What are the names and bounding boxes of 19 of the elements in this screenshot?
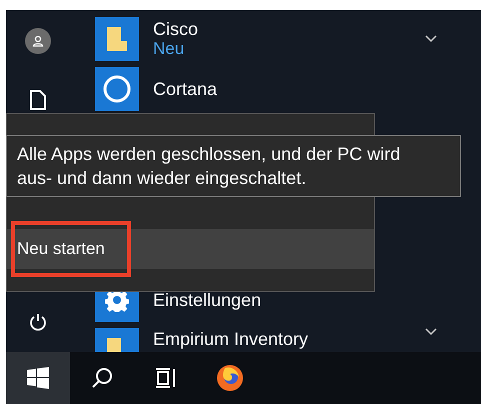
app-name[interactable]: Cortana [153, 79, 437, 99]
app-name[interactable]: Cisco [153, 19, 425, 39]
task-view-icon [155, 367, 177, 389]
search-icon [91, 367, 113, 389]
folder-tile-icon [95, 17, 139, 61]
circle-tile-icon [95, 67, 139, 111]
fox-globe-icon [216, 364, 244, 392]
document-icon[interactable] [30, 90, 46, 110]
app-name[interactable]: Einstellungen [153, 290, 437, 310]
chevron-down-icon[interactable] [425, 35, 437, 43]
avatar-icon[interactable] [25, 28, 51, 54]
new-label: Neu [153, 39, 186, 59]
tooltip: Alle Apps werden geschlossen, und der PC wird aus- und dann wieder eingeschaltet. [6, 135, 461, 197]
windows-logo-icon [27, 367, 49, 389]
power-icon[interactable] [28, 312, 48, 332]
chevron-down-icon[interactable] [425, 328, 437, 336]
start-button[interactable] [6, 352, 70, 404]
menu-item[interactable]: Neu starten [7, 229, 374, 269]
app-name[interactable]: Empirium Inventory [153, 329, 425, 349]
